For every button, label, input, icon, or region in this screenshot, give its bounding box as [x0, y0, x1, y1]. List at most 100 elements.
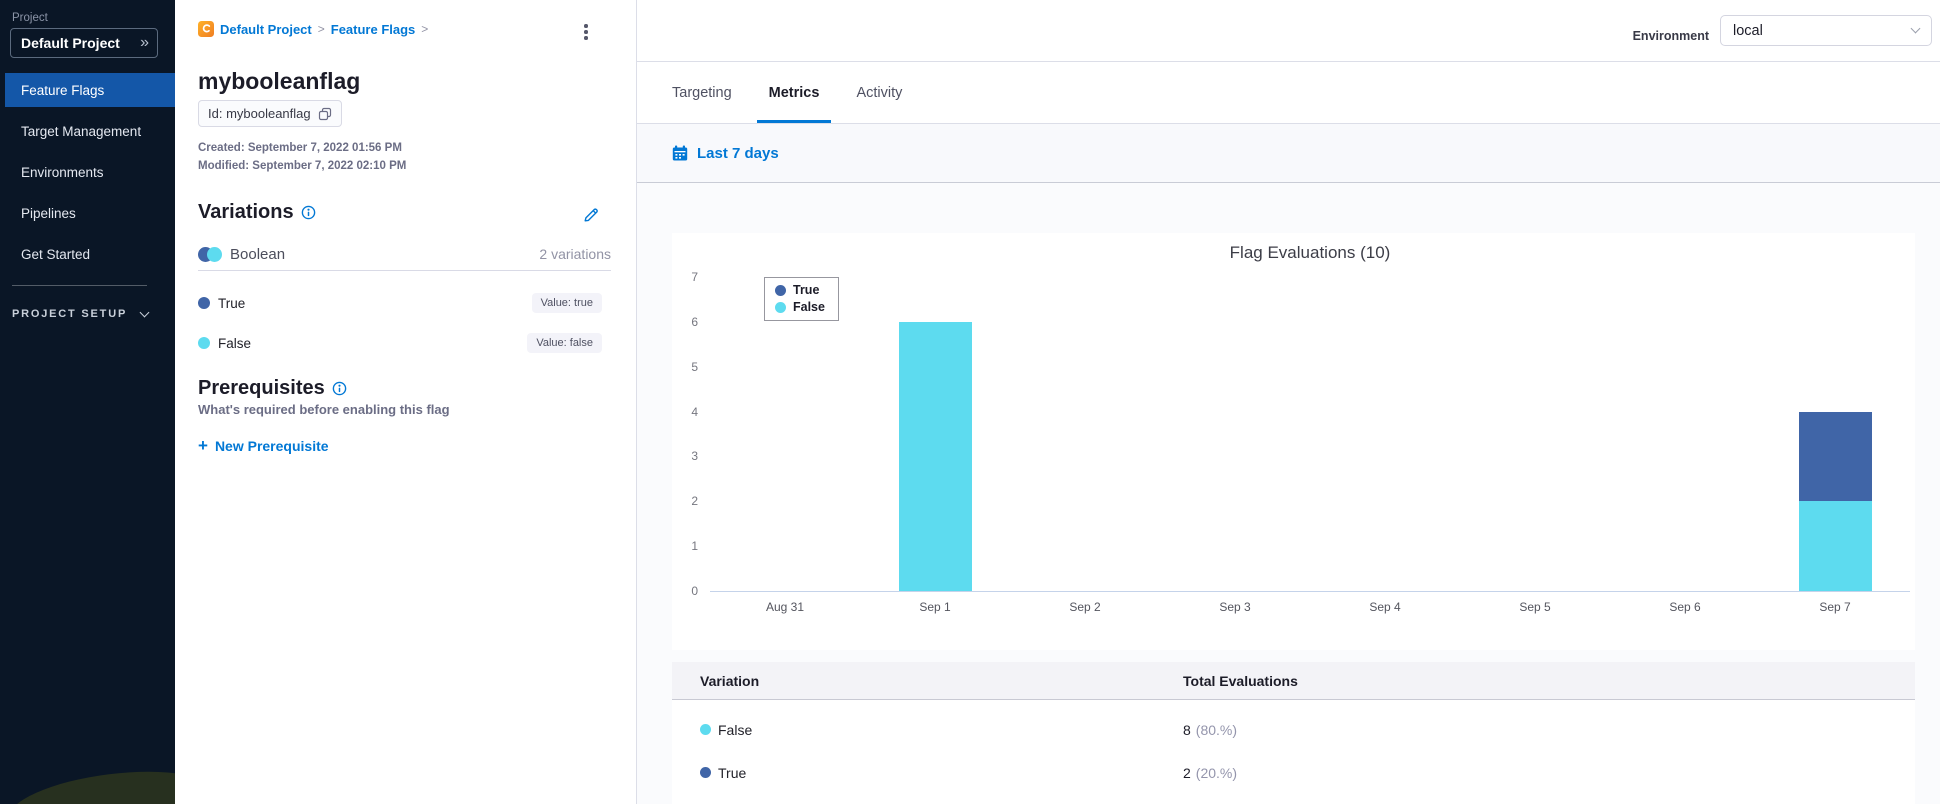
legend-label: False	[793, 300, 825, 314]
variation-type-label: Boolean	[230, 245, 286, 263]
variation-row-true: True Value: true	[198, 292, 602, 314]
app-window: Project Default Project » Feature Flags …	[0, 0, 1940, 804]
row-total: 8	[1183, 721, 1191, 738]
y-axis-tick-label: 4	[691, 404, 698, 419]
project-selector-value: Default Project	[21, 35, 120, 51]
boolean-type-icon	[198, 246, 224, 262]
chevron-down-icon	[1910, 23, 1921, 34]
double-chevron-icon: »	[140, 34, 149, 51]
x-axis-label: Aug 31	[765, 600, 805, 614]
x-axis-label: Sep 2	[1069, 600, 1101, 614]
kebab-menu-button[interactable]	[575, 19, 597, 45]
created-date: Created: September 7, 2022 01:56 PM	[198, 142, 402, 154]
project-selector[interactable]: Default Project »	[10, 28, 158, 58]
bar-segment-false	[1798, 501, 1872, 591]
variation-type-row: Boolean 2 variations	[198, 244, 611, 264]
calendar-icon	[672, 145, 688, 161]
true-variation-dot	[700, 767, 711, 778]
edit-variations-button[interactable]	[579, 203, 603, 227]
table-body: False 8 (80.%) True 2 (20.%)	[672, 700, 1915, 794]
info-icon[interactable]	[301, 205, 316, 220]
sidebar-item-get-started[interactable]: Get Started	[0, 237, 175, 271]
main-panel: Environment local Targeting Metrics Acti…	[637, 0, 1940, 804]
variation-name: True	[218, 295, 246, 311]
flag-id-text: Id: mybooleanflag	[208, 106, 311, 121]
variation-value-chip: Value: true	[531, 293, 602, 313]
variation-value-chip: Value: false	[527, 333, 602, 353]
table-row: True 2 (20.%)	[672, 751, 1915, 794]
sidebar-project-setup[interactable]: PROJECT SETUP	[12, 307, 162, 320]
pencil-icon	[584, 208, 598, 222]
sidebar-item-environments[interactable]: Environments	[0, 155, 175, 189]
y-axis-tick-label: 1	[691, 539, 698, 554]
variation-name: False	[218, 335, 252, 351]
x-axis-label: Sep 6	[1669, 600, 1701, 614]
table-header: Variation Total Evaluations	[672, 662, 1915, 700]
breadcrumb-separator: >	[421, 22, 429, 36]
breadcrumb-project-link[interactable]: Default Project	[220, 22, 312, 37]
metrics-content: Flag Evaluations (10) True False 0 1 2 3 4 5 6 7…	[637, 183, 1940, 804]
bar-segment-false	[898, 321, 972, 591]
breadcrumb: Default Project > Feature Flags >	[198, 21, 428, 37]
new-prerequisite-button[interactable]: + New Prerequisite	[198, 437, 329, 454]
flag-id-chip[interactable]: Id: mybooleanflag	[198, 100, 342, 127]
y-axis-tick-label: 7	[691, 270, 698, 284]
bar-segment-true	[1798, 411, 1872, 502]
sidebar-item-pipelines[interactable]: Pipelines	[0, 196, 175, 230]
evaluations-table: Variation Total Evaluations False 8 (80.…	[672, 662, 1915, 804]
chevron-down-icon	[139, 307, 150, 317]
tab-metrics[interactable]: Metrics	[756, 62, 832, 123]
copy-icon[interactable]	[318, 107, 332, 121]
x-axis-label: Sep 4	[1369, 600, 1401, 614]
variations-heading: Variations	[198, 201, 294, 223]
environment-bar: Environment local	[637, 0, 1940, 62]
row-percent: (20.%)	[1195, 764, 1238, 781]
sidebar-divider	[12, 285, 147, 286]
x-axis-label: Sep 7	[1819, 600, 1851, 614]
tab-activity[interactable]: Activity	[856, 62, 902, 123]
sidebar-item-feature-flags[interactable]: Feature Flags	[5, 73, 175, 107]
chart-legend: True False	[764, 277, 839, 321]
modified-date: Modified: September 7, 2022 02:10 PM	[198, 160, 407, 172]
chart-title: Flag Evaluations (10)	[1229, 243, 1391, 262]
date-range-label: Last 7 days	[697, 144, 779, 162]
environment-value: local	[1733, 22, 1763, 39]
environment-label: Environment	[1632, 28, 1709, 43]
legend-dot	[775, 301, 786, 313]
environment-select[interactable]: local	[1720, 15, 1932, 46]
true-variation-dot	[198, 297, 210, 309]
breadcrumb-feature-flags-link[interactable]: Feature Flags	[331, 22, 416, 37]
sidebar-nav: Feature Flags Target Management Environm…	[0, 73, 175, 278]
row-total: 2	[1183, 764, 1191, 781]
row-variation-name: True	[718, 764, 747, 781]
info-icon[interactable]	[332, 381, 347, 396]
x-axis-label: Sep 5	[1519, 600, 1551, 614]
x-axis-label: Sep 3	[1219, 600, 1251, 614]
sidebar-item-target-management[interactable]: Target Management	[0, 114, 175, 148]
decorative-shape	[4, 761, 175, 804]
prerequisites-description: What's required before enabling this fla…	[198, 402, 450, 417]
harness-project-icon	[198, 21, 214, 37]
tab-targeting[interactable]: Targeting	[672, 62, 732, 123]
project-setup-label: PROJECT SETUP	[12, 308, 128, 320]
legend-item-true: True	[775, 283, 825, 297]
divider	[198, 270, 611, 271]
tab-bar: Targeting Metrics Activity	[637, 62, 1940, 124]
false-variation-dot	[198, 337, 210, 349]
project-section-label: Project	[12, 12, 48, 24]
legend-label: True	[793, 283, 820, 297]
legend-dot	[775, 284, 786, 296]
y-axis-tick-label: 3	[691, 449, 698, 464]
flag-detail-panel: Default Project > Feature Flags > mybool…	[175, 0, 637, 804]
x-axis-line	[710, 591, 1910, 592]
row-percent: (80.%)	[1195, 721, 1238, 738]
plus-icon: +	[198, 436, 208, 455]
row-variation-name: False	[718, 721, 753, 738]
breadcrumb-separator: >	[317, 22, 325, 36]
y-axis-tick-label: 2	[691, 494, 698, 509]
flag-evaluations-chart: Flag Evaluations (10) True False 0 1 2 3 4 5 6 7…	[672, 233, 1915, 650]
variation-row-false: False Value: false	[198, 332, 602, 354]
y-axis-tick-label: 0	[691, 584, 698, 598]
date-range-selector[interactable]: Last 7 days	[637, 124, 1940, 183]
false-variation-dot	[700, 724, 711, 735]
